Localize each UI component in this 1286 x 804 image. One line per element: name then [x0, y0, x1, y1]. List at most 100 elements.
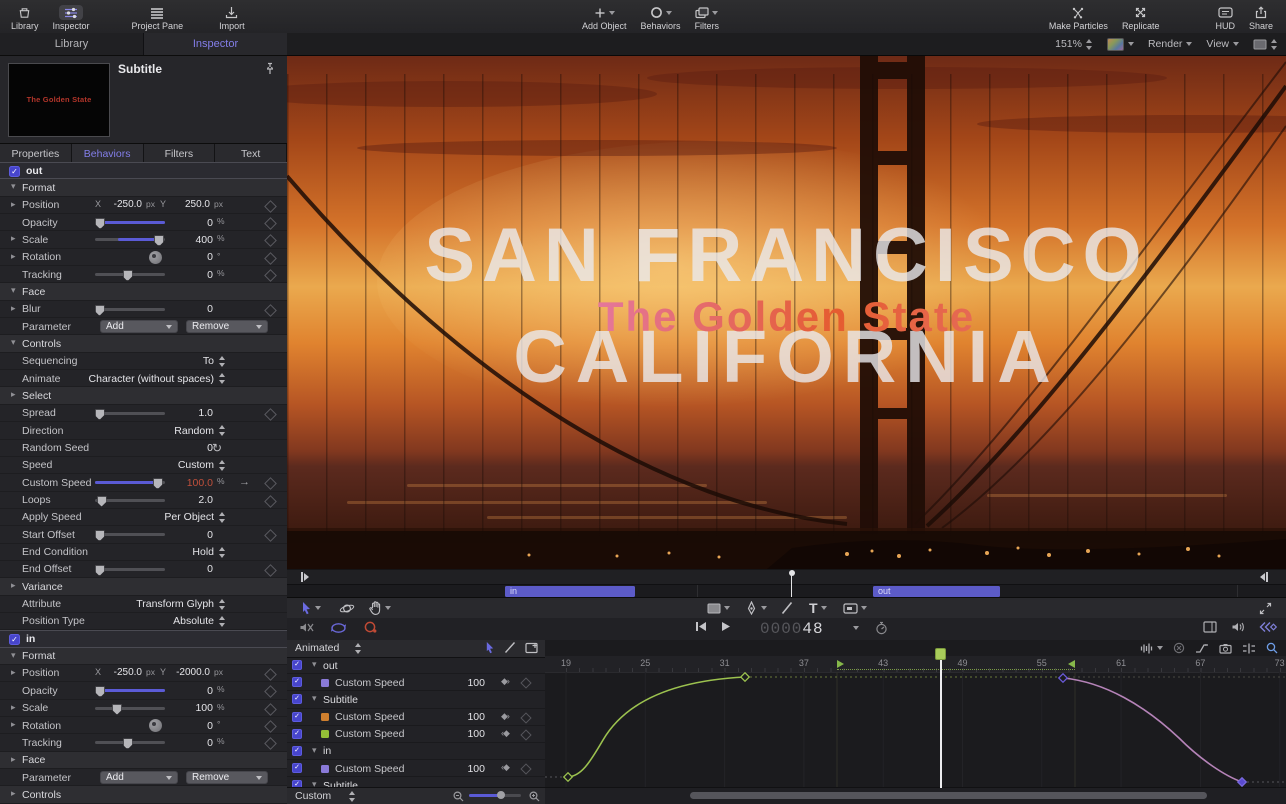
popup-value[interactable]: Hold — [0, 546, 214, 558]
popup-value[interactable]: Per Object — [0, 511, 214, 523]
keyframe-diamond-icon[interactable] — [264, 720, 277, 733]
x-value-field[interactable]: -250.0 — [98, 199, 142, 210]
disclosure-triangle-icon[interactable]: ▸ — [11, 389, 16, 400]
add-curve-box-icon[interactable] — [525, 642, 539, 654]
checkbox[interactable]: ✓ — [292, 763, 302, 773]
param-value-field[interactable]: 0 — [150, 563, 213, 575]
play-icon[interactable] — [721, 621, 731, 632]
inspector-group-format[interactable]: ▾Format — [0, 179, 287, 196]
keyframe-diamond-icon[interactable] — [264, 564, 277, 577]
snapshot-camera-icon[interactable] — [1219, 643, 1232, 654]
behavior-bar-in[interactable]: in — [505, 586, 635, 597]
checkbox[interactable]: ✓ — [292, 712, 302, 722]
keyframe-diamond-icon[interactable] — [264, 685, 277, 698]
disclosure-triangle-icon[interactable]: ▾ — [11, 285, 16, 296]
param-value-field[interactable]: 0 — [150, 442, 213, 454]
param-value-field[interactable]: 0 — [150, 269, 213, 281]
tab-library[interactable]: Library — [0, 33, 144, 55]
param-value-field[interactable]: 0 — [150, 685, 213, 697]
animation-curves[interactable] — [545, 672, 1286, 788]
tab-filters[interactable]: Filters — [144, 144, 216, 164]
select-tool-button[interactable] — [301, 600, 321, 616]
disclosure-triangle-icon[interactable]: ▸ — [11, 719, 16, 730]
inspector-group-controls[interactable]: ▾Controls — [0, 335, 287, 352]
curve-filter-popup[interactable]: Animated — [295, 642, 339, 654]
slider-thumb[interactable] — [95, 530, 105, 541]
disclosure-triangle-icon[interactable]: ▾ — [11, 337, 16, 348]
slider-thumb[interactable] — [95, 218, 105, 229]
checkbox[interactable]: ✓ — [292, 694, 302, 704]
toolbar-replicate-button[interactable]: Replicate — [1115, 0, 1167, 33]
keyframe-point[interactable] — [564, 773, 572, 781]
loop-playback-icon[interactable] — [330, 622, 347, 634]
slider-thumb[interactable] — [95, 409, 105, 420]
mini-timeline-playhead[interactable] — [791, 572, 792, 597]
keyframe-point[interactable] — [1238, 778, 1246, 786]
disclosure-triangle-icon[interactable]: ▸ — [11, 788, 16, 799]
param-value-field[interactable]: 400 — [150, 234, 213, 246]
toolbar-import-button[interactable]: Import — [212, 0, 252, 33]
snapping-icon[interactable] — [1242, 643, 1256, 654]
show-audio-waveform-control[interactable] — [1140, 643, 1163, 654]
keyframe-diamond-icon[interactable] — [520, 712, 531, 723]
go-to-start-icon[interactable] — [695, 621, 707, 632]
fit-curves-icon[interactable] — [1195, 643, 1209, 654]
timeline-zoom-slider[interactable] — [469, 794, 521, 797]
tab-inspector[interactable]: Inspector — [144, 33, 287, 55]
toolbar-share-button[interactable]: Share — [1242, 0, 1280, 33]
disclosure-triangle-icon[interactable]: ▾ — [11, 650, 16, 661]
audio-pane-icon[interactable] — [1231, 621, 1245, 633]
keyframe-diamond-icon[interactable] — [264, 408, 277, 421]
inspector-group-select[interactable]: ▸Select — [0, 387, 287, 404]
text-tool-button[interactable]: T — [809, 600, 827, 616]
toolbar-project-pane-button[interactable]: Project Pane — [125, 0, 191, 33]
curve-interpolation-popup[interactable]: Custom — [295, 790, 331, 802]
sketch-keyframes-tool-icon[interactable] — [504, 641, 516, 654]
param-value-field[interactable]: 0 — [150, 529, 213, 541]
clear-curve-list-icon[interactable] — [1173, 642, 1185, 654]
display-layout-control[interactable] — [1253, 39, 1278, 50]
disclosure-triangle-icon[interactable]: ▾ — [11, 181, 16, 192]
toolbar-add-object-button[interactable]: Add Object — [575, 0, 634, 33]
keyframe-nav-next-icon[interactable]: ◆› — [501, 676, 509, 687]
transform-3d-tool-button[interactable] — [339, 600, 355, 616]
zoom-graph-icon[interactable] — [1266, 642, 1278, 654]
param-value-field[interactable]: 100 — [150, 702, 213, 714]
zoom-in-icon[interactable] — [529, 791, 540, 802]
inspector-group-face[interactable]: ▾Face — [0, 283, 287, 300]
canvas-viewport[interactable]: SAN FRANCISCO CALIFORNIA The Golden Stat… — [287, 56, 1286, 569]
zoom-slider-thumb[interactable] — [497, 791, 505, 799]
keyframe-diamond-icon[interactable] — [264, 495, 277, 508]
slider-thumb[interactable] — [123, 738, 133, 749]
y-value-field[interactable]: 250.0 — [168, 199, 210, 210]
disclosure-triangle-icon[interactable]: ▸ — [11, 702, 16, 713]
inspector-group-face[interactable]: ▸Face — [0, 752, 287, 769]
add-parameter-dropdown[interactable]: Add — [100, 320, 178, 333]
play-range-in-marker[interactable] — [837, 660, 844, 668]
kf-curve-value[interactable]: 100 — [445, 711, 485, 723]
keyframe-nav-prev-icon[interactable]: ‹◆ — [501, 762, 509, 773]
disclosure-triangle-icon[interactable]: ▾ — [312, 693, 317, 704]
checkbox[interactable]: ✓ — [292, 677, 302, 687]
render-menu[interactable]: Render — [1148, 38, 1192, 50]
keyframe-diamond-icon[interactable] — [264, 200, 277, 213]
toolbar-hud-button[interactable]: HUD — [1208, 0, 1242, 33]
tab-behaviors[interactable]: Behaviors — [72, 144, 144, 164]
keyframe-diamond-icon[interactable] — [520, 763, 531, 774]
param-value-field[interactable]: 100.0 — [150, 477, 213, 489]
slider-thumb[interactable] — [112, 704, 122, 715]
popup-value[interactable]: Absolute — [0, 615, 214, 627]
tab-text[interactable]: Text — [215, 144, 287, 164]
checkbox[interactable]: ✓ — [9, 166, 20, 177]
zoom-level-control[interactable]: 151% — [1055, 38, 1093, 50]
tab-properties[interactable]: Properties — [0, 144, 72, 164]
edit-keyframes-tool-icon[interactable] — [485, 641, 495, 654]
keyframe-diamond-icon[interactable] — [264, 668, 277, 681]
slider-thumb[interactable] — [95, 565, 105, 576]
disclosure-triangle-icon[interactable]: ▾ — [312, 659, 317, 670]
kf-curve-value[interactable]: 100 — [445, 728, 485, 740]
popup-value[interactable]: Random — [0, 425, 214, 437]
pan-tool-button[interactable] — [369, 600, 391, 616]
keyframe-nav-prev-icon[interactable]: ‹◆ — [501, 728, 509, 739]
disclosure-triangle-icon[interactable]: ▸ — [11, 580, 16, 591]
